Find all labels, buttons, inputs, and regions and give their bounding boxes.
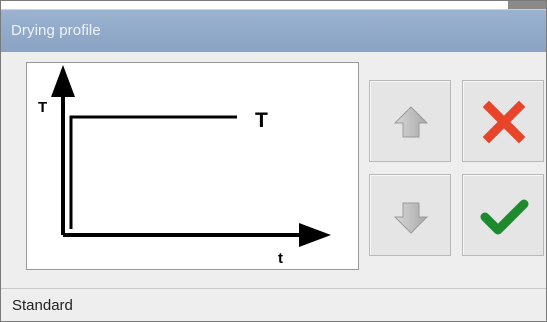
status-bar: Standard — [1, 288, 546, 321]
window-title: Drying profile — [11, 22, 101, 39]
top-edge — [1, 1, 546, 9]
level-label: T — [255, 109, 268, 132]
y-axis-label: T — [38, 99, 47, 116]
confirm-button[interactable] — [462, 174, 544, 256]
selected-profile-label: Standard — [12, 297, 73, 314]
profile-graph-svg: T T t — [38, 65, 331, 267]
green-checkmark-icon — [480, 199, 529, 235]
arrow-up-icon — [393, 106, 429, 138]
title-bar: Drying profile — [1, 9, 546, 52]
profile-graph: T T t — [26, 62, 359, 270]
red-x-icon — [482, 100, 526, 144]
arrow-down-icon — [393, 202, 429, 234]
move-down-button[interactable] — [369, 174, 451, 256]
y-axis-arrowhead — [51, 65, 75, 97]
x-axis-arrowhead — [299, 223, 331, 247]
move-up-button[interactable] — [369, 80, 451, 162]
cancel-button[interactable] — [462, 80, 544, 162]
drying-profile-window: Drying profile T T t Standard — [0, 0, 547, 322]
x-axis-label: t — [278, 250, 283, 267]
content-area: T T t — [1, 52, 546, 288]
corner-tab — [508, 1, 546, 9]
